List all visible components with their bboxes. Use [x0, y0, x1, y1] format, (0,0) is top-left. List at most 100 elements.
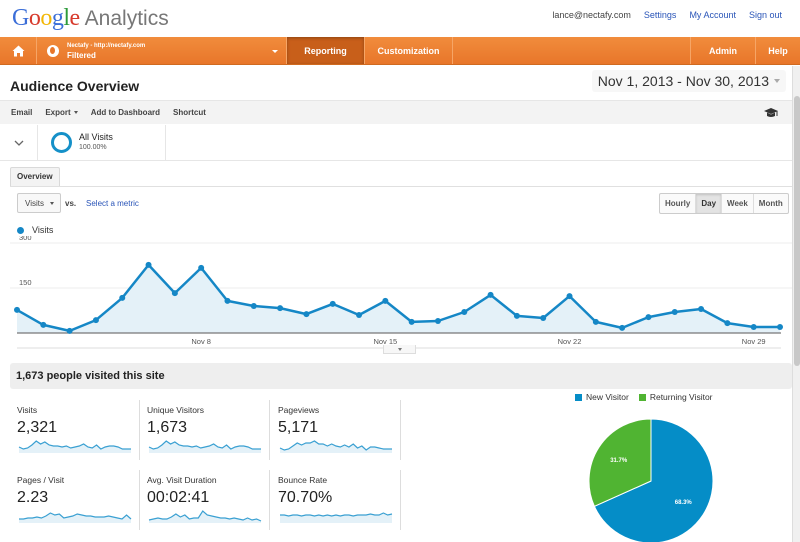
- data-point[interactable]: [66, 327, 73, 334]
- scorecard-visits[interactable]: Visits 2,321: [10, 400, 140, 460]
- vs-label: vs.: [65, 199, 77, 208]
- data-point[interactable]: [356, 312, 363, 318]
- home-button[interactable]: [0, 37, 37, 64]
- scorecard-unique-visitors[interactable]: Unique Visitors 1,673: [140, 400, 270, 460]
- chevron-down-icon: [14, 140, 23, 146]
- data-point[interactable]: [408, 318, 415, 325]
- data-point[interactable]: [487, 291, 494, 298]
- y-tick-label: 150: [19, 278, 32, 287]
- y-tick-label: 300: [19, 236, 32, 242]
- data-point[interactable]: [40, 321, 47, 328]
- scorecard-value: 00:02:41: [147, 489, 210, 506]
- data-point[interactable]: [277, 305, 284, 312]
- scorecard-label: Pages / Visit: [17, 475, 65, 485]
- scrollbar-thumb[interactable]: [794, 96, 800, 366]
- tab-help[interactable]: Help: [756, 37, 800, 64]
- data-point[interactable]: [145, 261, 152, 268]
- sparkline: [19, 512, 132, 523]
- scorecard-pageviews[interactable]: Pageviews 5,171: [271, 400, 401, 460]
- user-email: lance@nectafy.com: [552, 10, 631, 20]
- pie-slice-label: 31.7%: [610, 458, 628, 464]
- data-point[interactable]: [750, 324, 757, 330]
- data-point[interactable]: [303, 311, 310, 318]
- data-point[interactable]: [592, 318, 599, 325]
- visits-line-chart[interactable]: 150300Nov 8 Nov 15 Nov 22 Nov 29: [0, 236, 800, 356]
- segment-all-visits[interactable]: All Visits 100.00%: [38, 125, 166, 161]
- scorecard-avg-visit-duration[interactable]: Avg. Visit Duration 00:02:41: [140, 470, 270, 530]
- metric-select-value: Visits: [25, 198, 44, 208]
- data-point[interactable]: [92, 317, 99, 324]
- page-title: Audience Overview: [10, 78, 140, 94]
- export-button[interactable]: Export: [45, 108, 78, 117]
- granularity-buttons: Hourly Day Week Month: [659, 193, 789, 214]
- tab-overview[interactable]: Overview: [10, 167, 60, 187]
- scrollbar[interactable]: [792, 66, 800, 542]
- shortcut-button[interactable]: Shortcut: [173, 108, 206, 117]
- sparkline: [279, 440, 392, 453]
- data-point[interactable]: [250, 303, 257, 309]
- pie-slice-label: 68.3%: [675, 500, 693, 506]
- data-point[interactable]: [434, 318, 441, 324]
- scorecard-value: 2.23: [17, 489, 49, 506]
- data-point[interactable]: [119, 294, 126, 301]
- chevron-down-icon: [272, 50, 278, 53]
- chart-resize-handle[interactable]: [383, 345, 416, 354]
- data-point[interactable]: [566, 293, 573, 300]
- tab-reporting[interactable]: Reporting: [287, 37, 365, 64]
- my-account-link[interactable]: My Account: [689, 10, 736, 20]
- sparkline: [280, 512, 393, 523]
- tab-customization[interactable]: Customization: [365, 37, 453, 64]
- scorecard-label: Pageviews: [278, 405, 320, 415]
- data-point[interactable]: [724, 320, 731, 327]
- sparkline: [18, 440, 131, 453]
- data-point[interactable]: [619, 324, 626, 331]
- data-point[interactable]: [777, 324, 783, 330]
- granularity-month[interactable]: Month: [754, 194, 788, 213]
- report-toolbar: Email Export Add to Dashboard Shortcut: [0, 100, 792, 124]
- granularity-week[interactable]: Week: [722, 194, 754, 213]
- data-point[interactable]: [540, 315, 547, 321]
- data-point[interactable]: [329, 300, 336, 307]
- nav-spacer: [453, 37, 691, 64]
- sign-out-link[interactable]: Sign out: [749, 10, 782, 20]
- data-point[interactable]: [461, 309, 468, 315]
- settings-link[interactable]: Settings: [644, 10, 677, 20]
- scorecard-pages-visit[interactable]: Pages / Visit 2.23: [10, 470, 140, 530]
- scorecard-label: Unique Visitors: [147, 405, 205, 415]
- google-analytics-logo[interactable]: Google Analytics: [12, 5, 169, 32]
- account-selector[interactable]: Nectafy - http://nectafy.com Filtered: [37, 37, 287, 64]
- x-tick-label: Nov 22: [558, 337, 582, 346]
- data-point[interactable]: [14, 306, 20, 313]
- scorecard-bounce-rate[interactable]: Bounce Rate 70.70%: [271, 470, 401, 530]
- x-tick-label: Nov 29: [742, 337, 766, 346]
- logo-letter: e: [69, 5, 81, 31]
- data-point[interactable]: [698, 306, 705, 312]
- add-to-dashboard-button[interactable]: Add to Dashboard: [91, 108, 160, 117]
- sparkline-line: [280, 512, 393, 517]
- granularity-day[interactable]: Day: [696, 194, 723, 213]
- data-point[interactable]: [382, 297, 389, 304]
- title-row: Audience Overview Nov 1, 2013 - Nov 30, …: [0, 66, 800, 100]
- segment-toggle[interactable]: [0, 125, 38, 161]
- visitor-type-pie-chart[interactable]: 68.3% 31.7%: [560, 390, 800, 542]
- select-metric-link[interactable]: Select a metric: [86, 199, 139, 208]
- data-point[interactable]: [513, 312, 520, 319]
- tab-admin[interactable]: Admin: [691, 37, 756, 64]
- granularity-hourly[interactable]: Hourly: [660, 194, 697, 213]
- scorecard-value: 1,673: [147, 419, 188, 436]
- graduation-cap-icon[interactable]: [764, 108, 778, 118]
- product-name: Analytics: [84, 7, 169, 30]
- data-point[interactable]: [171, 290, 178, 297]
- email-button[interactable]: Email: [11, 108, 32, 117]
- segment-percent: 100.00%: [79, 144, 107, 151]
- date-range-picker[interactable]: Nov 1, 2013 - Nov 30, 2013: [591, 70, 786, 92]
- data-point[interactable]: [671, 309, 678, 315]
- data-point[interactable]: [224, 297, 231, 304]
- date-range-text: Nov 1, 2013 - Nov 30, 2013: [597, 73, 769, 89]
- legend-label: Visits: [32, 225, 54, 235]
- home-icon: [12, 45, 24, 56]
- chart-legend: Visits: [17, 225, 53, 235]
- metric-select[interactable]: Visits: [17, 193, 61, 213]
- data-point[interactable]: [198, 264, 205, 271]
- data-point[interactable]: [645, 314, 652, 321]
